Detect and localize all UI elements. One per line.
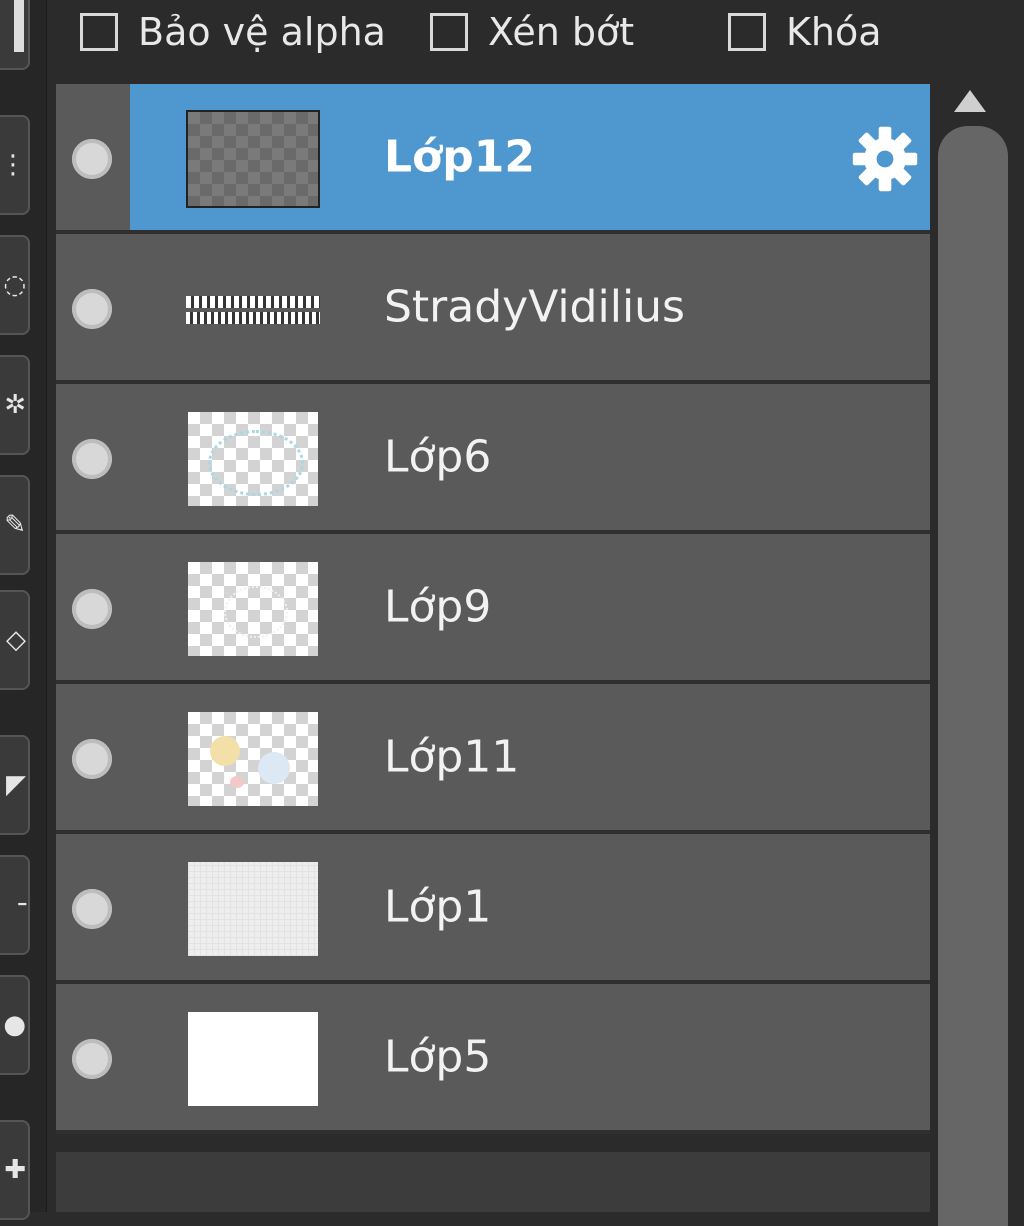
layer-name: Lớp6 — [384, 431, 492, 483]
scroll-up-arrow-icon[interactable] — [954, 90, 986, 112]
lock-label: Khóa — [786, 10, 882, 54]
visibility-toggle[interactable] — [72, 1039, 112, 1079]
list-icon: ⋮ — [0, 150, 26, 180]
tool-strip: ⋮ ◌ ✲ ✎ ◇ ◤ ╶ ● ✚ — [0, 0, 47, 1220]
layer-thumbnail — [186, 710, 320, 808]
layer-thumbnail — [186, 110, 320, 208]
layer-thumbnail — [186, 860, 320, 958]
smudge-icon: ● — [3, 1010, 26, 1040]
clip-checkbox[interactable] — [430, 13, 468, 51]
layer-list-scrollbar[interactable] — [930, 84, 1024, 1226]
visibility-toggle[interactable] — [72, 289, 112, 329]
visibility-toggle[interactable] — [72, 889, 112, 929]
tool-button-magic[interactable]: ✲ — [0, 355, 30, 455]
alpha-protect-label: Bảo vệ alpha — [138, 10, 386, 54]
layer-name: Lớp9 — [384, 581, 492, 633]
layer-name: Lớp5 — [384, 1031, 492, 1083]
move-icon: ✚ — [4, 1155, 26, 1185]
tool-button-smudge[interactable]: ● — [0, 975, 30, 1075]
visibility-toggle[interactable] — [72, 739, 112, 779]
alpha-protect-checkbox[interactable] — [80, 13, 118, 51]
layer-thumbnail — [186, 260, 320, 358]
list-empty-area — [56, 1152, 930, 1212]
tool-button-gradient[interactable]: ╶ — [0, 855, 30, 955]
layer-name: Lớp11 — [384, 731, 520, 783]
alpha-protect-option[interactable]: Bảo vệ alpha — [80, 8, 386, 56]
tool-button-move[interactable]: ✚ — [0, 1120, 30, 1220]
lasso-icon: ◌ — [3, 270, 26, 300]
clip-label: Xén bớt — [488, 10, 635, 54]
visibility-toggle[interactable] — [72, 589, 112, 629]
layer-thumbnail — [186, 560, 320, 658]
pen-icon: ✎ — [4, 510, 26, 540]
magic-wand-icon: ✲ — [4, 390, 26, 420]
layer-thumbnail — [186, 410, 320, 508]
layer-name: Lớp12 — [384, 131, 535, 183]
tool-button-fill[interactable]: ◤ — [0, 735, 30, 835]
eraser-icon: ◇ — [6, 625, 26, 655]
tool-button-lasso[interactable]: ◌ — [0, 235, 30, 335]
layer-row-lop1[interactable]: Lớp1 — [56, 834, 930, 984]
layer-row-lop5[interactable]: Lớp5 — [56, 984, 930, 1134]
visibility-toggle[interactable] — [72, 439, 112, 479]
layer-thumbnail — [186, 1010, 320, 1108]
tool-button-list[interactable]: ⋮ — [0, 115, 30, 215]
visibility-toggle[interactable] — [72, 139, 112, 179]
layer-row-stradyvidilius[interactable]: StradyVidilius — [56, 234, 930, 384]
gear-icon[interactable] — [850, 124, 920, 194]
clip-option[interactable]: Xén bớt — [430, 8, 634, 56]
layer-row-lop12[interactable]: Lớp12 — [56, 84, 930, 234]
layer-row-lop11[interactable]: Lớp11 — [56, 684, 930, 834]
tool-button-pen[interactable]: ✎ — [0, 475, 30, 575]
fill-icon: ◤ — [6, 770, 26, 800]
layer-options-bar: Bảo vệ alpha Xén bớt Khóa — [56, 0, 1024, 72]
layer-name: StradyVidilius — [384, 281, 685, 333]
lock-checkbox[interactable] — [728, 13, 766, 51]
lock-option[interactable]: Khóa — [728, 8, 882, 56]
tool-button-top[interactable] — [0, 0, 30, 70]
layer-row-lop9[interactable]: Lớp9 — [56, 534, 930, 684]
layer-row-lop6[interactable]: Lớp6 — [56, 384, 930, 534]
tool-button-eraser[interactable]: ◇ — [0, 590, 30, 690]
scrollbar-thumb[interactable] — [938, 126, 1008, 1226]
gradient-icon: ╶ — [10, 890, 26, 920]
layer-name: Lớp1 — [384, 881, 492, 933]
